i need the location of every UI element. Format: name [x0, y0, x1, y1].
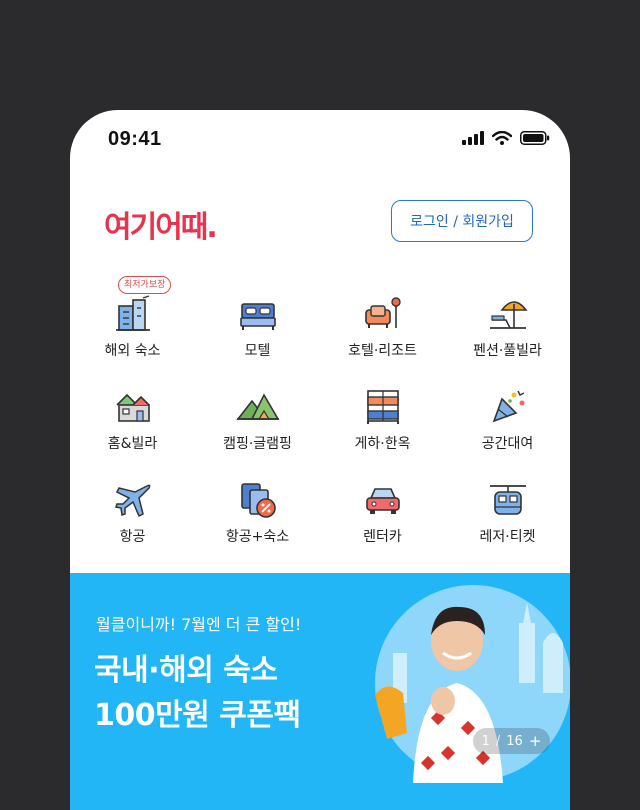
header: 여기어때. 로그인 / 회원가입: [70, 198, 570, 258]
category-label: 해외 숙소: [104, 343, 161, 359]
category-flight-hotel[interactable]: 항공+숙소: [195, 458, 320, 546]
overseas-hotel-icon: [111, 294, 155, 334]
category-label: 호텔·리조트: [348, 343, 417, 359]
category-label: 항공+숙소: [225, 529, 290, 545]
banner-headline-line2: 100만원 쿠폰팩: [94, 698, 301, 733]
pager-current: 1: [481, 733, 490, 749]
pager-total: 16: [506, 733, 523, 749]
airplane-icon: [111, 480, 155, 520]
category-label: 홈&빌라: [107, 436, 158, 452]
banner-headline-line1: 국내·해외 숙소: [94, 653, 278, 688]
house-icon: [111, 387, 155, 427]
sofa-lamp-icon: [361, 294, 405, 334]
signal-icon: [462, 130, 484, 149]
category-label: 렌터카: [363, 529, 402, 545]
wifi-icon: [491, 130, 513, 149]
category-motel[interactable]: 모텔: [195, 272, 320, 360]
category-label: 게하·한옥: [354, 436, 411, 452]
lowest-price-badge: 최저가보장: [118, 276, 172, 294]
battery-icon: [520, 130, 550, 149]
logo-text: 여기어때.: [104, 210, 216, 245]
banner-subtitle: 월클이니까! 7월엔 더 큰 할인!: [96, 615, 302, 634]
status-bar: 09:41: [70, 110, 570, 170]
bed-icon: [236, 294, 280, 334]
banner-pager[interactable]: 1 / 16 +: [473, 728, 550, 754]
login-signup-button[interactable]: 로그인 / 회원가입: [391, 200, 533, 242]
category-camping-glamping[interactable]: 캠핑·글램핑: [195, 365, 320, 453]
category-hotel-resort[interactable]: 호텔·리조트: [320, 272, 445, 360]
car-icon: [361, 480, 405, 520]
category-label: 항공: [119, 529, 146, 545]
status-icons: [462, 130, 550, 149]
party-popper-icon: [486, 387, 530, 427]
category-label: 캠핑·글램핑: [223, 436, 292, 452]
category-label: 펜션·풀빌라: [473, 343, 542, 359]
category-home-villa[interactable]: 홈&빌라: [70, 365, 195, 453]
brand-logo[interactable]: 여기어때.: [102, 206, 262, 250]
promo-banner[interactable]: 월클이니까! 7월엔 더 큰 할인! 국내·해외 숙소 100만원 쿠폰팩 1 …: [70, 573, 570, 810]
cable-car-icon: [486, 480, 530, 520]
category-flight[interactable]: 항공: [70, 458, 195, 546]
pager-separator: /: [495, 733, 501, 749]
category-pension-poolvilla[interactable]: 펜션·풀빌라: [445, 272, 570, 360]
pager-plus-icon[interactable]: +: [529, 732, 542, 750]
tent-mountain-icon: [235, 387, 280, 427]
category-guesthouse-hanok[interactable]: 게하·한옥: [320, 365, 445, 453]
bunk-bed-icon: [361, 387, 405, 427]
category-label: 공간대여: [481, 436, 534, 452]
category-label: 레저·티켓: [479, 529, 536, 545]
ticket-discount-icon: [236, 480, 280, 520]
status-time: 09:41: [108, 128, 162, 150]
category-label: 모텔: [244, 343, 271, 359]
category-space-rental[interactable]: 공간대여: [445, 365, 570, 453]
category-overseas-hotel[interactable]: 최저가보장 해외 숙소: [70, 272, 195, 360]
category-leisure-ticket[interactable]: 레저·티켓: [445, 458, 570, 546]
beach-umbrella-icon: [486, 294, 530, 334]
phone-screen: 09:41 여기어때. 로그인 / 회원가입 최저가보장 해외 숙소 모텔 호텔…: [70, 110, 570, 810]
category-rental-car[interactable]: 렌터카: [320, 458, 445, 546]
